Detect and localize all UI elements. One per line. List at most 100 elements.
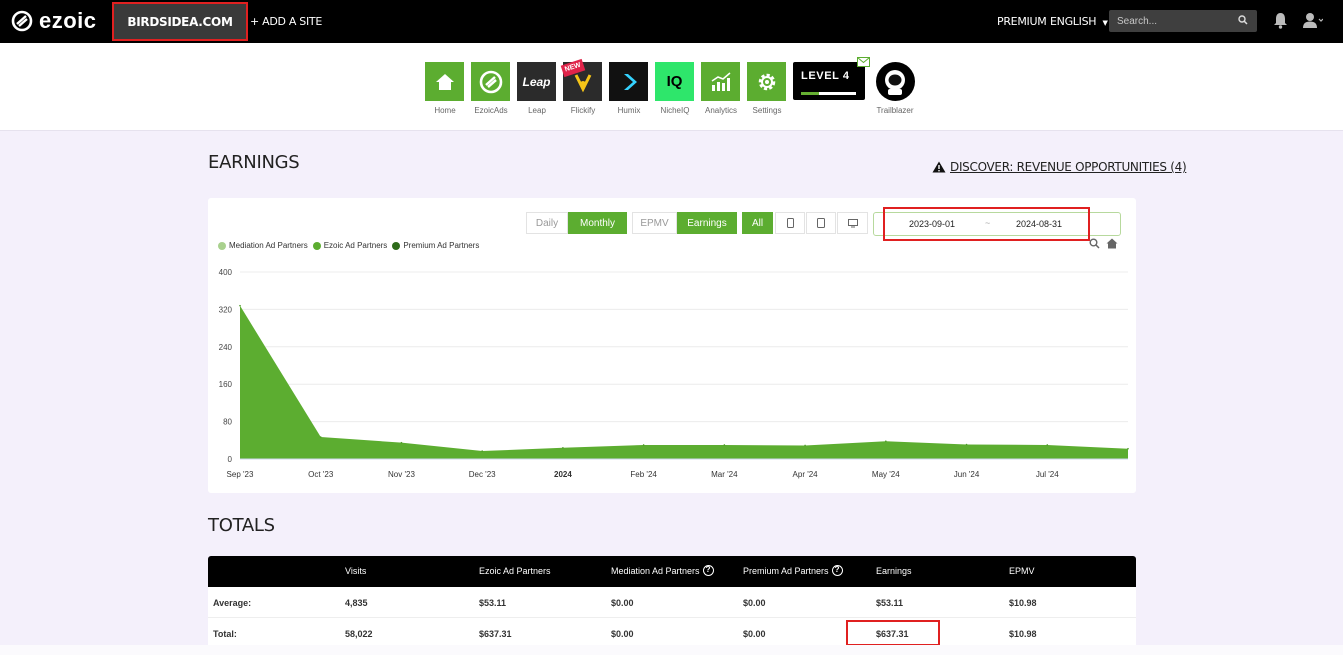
app-ezoicads[interactable]: EzoicAds (471, 62, 511, 115)
daily-toggle-button[interactable]: Daily (526, 212, 568, 234)
ezoic-logo[interactable]: ezoic (11, 8, 97, 33)
help-icon[interactable]: ? (702, 565, 714, 576)
data-point[interactable] (319, 436, 322, 438)
language-selector[interactable]: ENGLISH ▼ (1050, 15, 1108, 28)
level-badge[interactable]: LEVEL 4 (793, 62, 865, 100)
desktop-device-button[interactable] (837, 212, 868, 234)
total-earnings-highlight-box (846, 620, 940, 646)
discover-link-text: DISCOVER: REVENUE OPPORTUNITIES (4) (950, 160, 1187, 174)
ezoic-logo-icon (11, 10, 33, 32)
row-label: Total: (213, 629, 237, 639)
reset-zoom-home-icon[interactable] (1106, 238, 1118, 249)
epmv-toggle-button[interactable]: EPMV (632, 212, 677, 234)
notifications-bell-icon[interactable] (1273, 12, 1288, 29)
app-settings[interactable]: Settings (747, 62, 787, 115)
column-header-label: Mediation Ad Partners (611, 565, 700, 576)
data-point[interactable] (481, 450, 483, 452)
nicheiq-icon: IQ (655, 62, 694, 101)
data-point[interactable] (885, 440, 887, 443)
logo-text: ezoic (39, 8, 97, 33)
data-point[interactable] (400, 441, 403, 444)
legend-item[interactable]: Ezoic Ad Partners (312, 241, 388, 250)
column-header-epmv: EPMV (1009, 566, 1035, 576)
app-leap[interactable]: Leap Leap (517, 62, 557, 115)
data-point[interactable] (965, 443, 968, 446)
earnings-toggle-button[interactable]: Earnings (677, 212, 737, 234)
legend-dot (218, 241, 226, 250)
monthly-toggle-button[interactable]: Monthly (568, 212, 627, 234)
table-cell: $53.11 (876, 598, 904, 608)
table-cell: $53.11 (479, 598, 507, 608)
level-text: LEVEL 4 (801, 70, 850, 82)
app-humix[interactable]: Humix (609, 62, 649, 115)
table-cell: $0.00 (611, 629, 634, 639)
legend-dot (312, 241, 321, 250)
y-tick-label: 160 (219, 380, 233, 389)
data-point[interactable] (723, 444, 726, 446)
add-site-link[interactable]: + ADD A SITE (250, 15, 322, 28)
legend-label: Ezoic Ad Partners (323, 241, 388, 250)
data-point[interactable] (1046, 444, 1049, 446)
user-account-icon[interactable] (1303, 12, 1323, 29)
data-point[interactable] (562, 446, 564, 449)
data-point[interactable] (239, 304, 241, 307)
x-tick-label: Jul '24 (1036, 470, 1059, 479)
column-header-earnings: Earnings (876, 566, 912, 576)
series-area[interactable] (240, 305, 1128, 459)
table-cell: $637.31 (479, 629, 512, 639)
x-tick-label: Jun '24 (954, 470, 980, 479)
zoom-icon[interactable] (1089, 238, 1100, 249)
search-input[interactable] (1109, 10, 1257, 32)
table-cell: $10.98 (1009, 629, 1037, 639)
legend-item[interactable]: Premium Ad Partners (392, 241, 479, 250)
humix-icon (609, 62, 648, 101)
x-tick-label: Nov '23 (388, 470, 415, 479)
table-cell: 58,022 (345, 629, 373, 639)
astronaut-icon (875, 62, 915, 101)
legend-item[interactable]: Mediation Ad Partners (218, 241, 308, 250)
y-tick-label: 80 (223, 418, 232, 427)
trailblazer-label: Trailblazer (876, 106, 914, 115)
earnings-title: EARNINGS (208, 152, 300, 173)
totals-title: TOTALS (208, 515, 275, 536)
discover-revenue-link[interactable]: DISCOVER: REVENUE OPPORTUNITIES (4) (932, 160, 1187, 174)
app-home[interactable]: Home (425, 62, 465, 115)
mail-icon[interactable] (857, 57, 870, 67)
y-tick-label: 400 (219, 268, 233, 277)
premium-link[interactable]: PREMIUM (997, 15, 1047, 28)
legend-label: Mediation Ad Partners (229, 241, 308, 250)
trailblazer-badge[interactable]: Trailblazer (875, 62, 915, 115)
top-navigation-bar: ezoic BIRDSIDEA.COM + ADD A SITE PREMIUM… (0, 0, 1343, 43)
x-tick-label: Oct '23 (308, 470, 334, 479)
mobile-icon (786, 218, 794, 228)
x-tick-label: Sep '23 (227, 470, 254, 479)
caret-down-icon: ▼ (1102, 19, 1108, 27)
x-tick-label: 2024 (554, 470, 572, 479)
x-tick-label: May '24 (872, 470, 900, 479)
data-point[interactable] (642, 444, 645, 446)
search-icon[interactable] (1238, 15, 1248, 25)
table-cell: $0.00 (743, 629, 766, 639)
data-point[interactable] (804, 444, 806, 447)
site-selector-tab[interactable]: BIRDSIDEA.COM (112, 2, 248, 41)
x-tick-label: Dec '23 (469, 470, 496, 479)
all-devices-button[interactable]: All (742, 212, 773, 234)
app-nicheiq[interactable]: IQ NicheIQ (655, 62, 695, 115)
row-label: Average: (213, 598, 252, 608)
language-label: ENGLISH (1050, 15, 1097, 28)
tablet-device-button[interactable] (806, 212, 836, 234)
table-cell: $0.00 (611, 598, 634, 608)
x-tick-label: Mar '24 (711, 470, 738, 479)
date-highlight-box (883, 207, 1090, 241)
data-point[interactable] (1127, 447, 1129, 450)
help-icon[interactable]: ? (831, 565, 843, 576)
warning-icon (932, 161, 946, 173)
table-row-average: Average: 4,835 $53.11 $0.00 $0.00 $53.11… (208, 587, 1136, 618)
legend-label: Premium Ad Partners (403, 241, 480, 250)
desktop-icon (847, 218, 858, 227)
x-tick-label: Apr '24 (793, 470, 819, 479)
app-analytics[interactable]: Analytics (701, 62, 741, 115)
totals-table-header: Visits Ezoic Ad Partners Mediation Ad Pa… (208, 556, 1136, 587)
mobile-device-button[interactable] (775, 212, 805, 234)
y-tick-label: 0 (228, 455, 233, 464)
